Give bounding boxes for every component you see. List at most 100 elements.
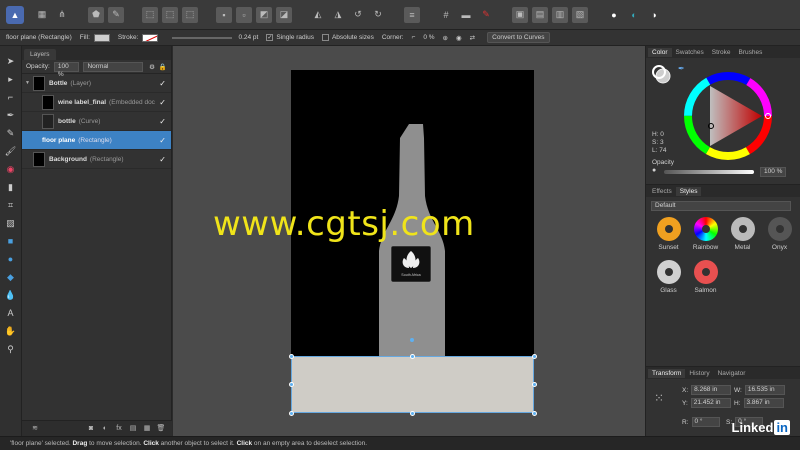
grid-icon[interactable]: # bbox=[438, 7, 454, 23]
tab-navigator[interactable]: Navigator bbox=[714, 369, 750, 378]
style-category-select[interactable]: Default bbox=[651, 201, 791, 211]
stroke-width-slider[interactable] bbox=[172, 36, 233, 39]
visibility-check-icon[interactable]: ✓ bbox=[159, 136, 166, 145]
brush-tool-icon[interactable]: 🖌 bbox=[5, 145, 17, 157]
blend-mode-select[interactable]: Normal bbox=[83, 61, 144, 72]
expand-triangle-icon[interactable]: ▼ bbox=[25, 80, 33, 86]
rectangle-tool-icon[interactable]: ■ bbox=[5, 235, 17, 247]
layer-row[interactable]: bottle (Curve) ✓ bbox=[22, 112, 171, 131]
ellipse-tool-icon[interactable]: ● bbox=[5, 253, 17, 265]
visibility-check-icon[interactable]: ✓ bbox=[159, 98, 166, 107]
style-salmon[interactable]: Salmon bbox=[687, 258, 724, 301]
hand-tool-icon[interactable]: ✋ bbox=[5, 325, 17, 337]
pencil-tool-icon[interactable]: ✎ bbox=[5, 127, 17, 139]
tab-brushes[interactable]: Brushes bbox=[735, 48, 767, 57]
vector-crop-tool-icon[interactable]: ⌗ bbox=[5, 199, 17, 211]
speech-bubble-icon[interactable]: ● bbox=[606, 7, 622, 23]
snap-icon[interactable]: ✎ bbox=[108, 6, 124, 23]
eye-icon[interactable]: ◉ bbox=[456, 34, 462, 42]
resize-handle[interactable] bbox=[531, 353, 537, 359]
transform-icon[interactable]: ⬚ bbox=[142, 6, 158, 23]
resize-handle[interactable] bbox=[410, 410, 415, 416]
color-picker-icon[interactable]: ◐ bbox=[626, 7, 642, 23]
visibility-check-icon[interactable]: ✓ bbox=[159, 117, 166, 126]
resize-handle[interactable] bbox=[410, 353, 415, 359]
corner-tool-icon[interactable]: ⌐ bbox=[5, 91, 17, 103]
x-field[interactable]: 8.268 in bbox=[691, 385, 732, 395]
export-persona-icon[interactable]: ⋔ bbox=[54, 7, 70, 23]
style-rainbow[interactable]: Rainbow bbox=[687, 215, 724, 258]
convert-icon[interactable]: ⇄ bbox=[470, 34, 475, 42]
ungroup-icon[interactable]: ▤ bbox=[532, 6, 548, 23]
fx-icon[interactable]: fx bbox=[114, 424, 124, 434]
affinity-logo-icon[interactable]: ▲ bbox=[6, 5, 24, 24]
layer-row[interactable]: ▼ Bottle (Layer) ✓ bbox=[22, 74, 171, 93]
tab-swatches[interactable]: Swatches bbox=[672, 48, 708, 57]
layer-row[interactable]: wine label_final (Embedded doc ✓ bbox=[22, 93, 171, 112]
assistant-icon[interactable]: ⬟ bbox=[88, 6, 104, 23]
arrange-icon[interactable]: ⬚ bbox=[182, 6, 198, 23]
color-wheel-icon[interactable]: ◑ bbox=[646, 7, 662, 23]
duplicate-layer-icon[interactable]: ▦ bbox=[142, 424, 152, 434]
group-icon[interactable]: ▣ bbox=[512, 6, 528, 23]
view-icon[interactable]: ▬ bbox=[458, 7, 474, 23]
tab-stroke[interactable]: Stroke bbox=[708, 48, 735, 57]
insert-icon[interactable]: ▥ bbox=[552, 6, 568, 23]
stroke-swatch[interactable] bbox=[142, 33, 159, 42]
style-onyx[interactable]: Onyx bbox=[761, 215, 798, 258]
drop-tool-icon[interactable]: 💧 bbox=[5, 289, 17, 301]
lock-icon[interactable]: 🔒 bbox=[159, 63, 167, 71]
opacity-select[interactable]: 100 % bbox=[53, 61, 80, 78]
h-field[interactable]: 3.867 in bbox=[743, 398, 784, 408]
trash-icon[interactable]: 🗑 bbox=[156, 424, 166, 434]
floor-plane-rectangle[interactable] bbox=[291, 356, 534, 413]
rotate-right-icon[interactable]: ↻ bbox=[370, 7, 386, 23]
layers-order-icon[interactable]: ≡ bbox=[404, 6, 420, 23]
gear-icon[interactable]: ⚙ bbox=[149, 63, 155, 71]
canvas[interactable]: South Africa www.cgtsj.com bbox=[173, 46, 645, 436]
tab-styles[interactable]: Styles bbox=[675, 186, 702, 196]
transparency-tool-icon[interactable]: ▮ bbox=[5, 181, 17, 193]
color-wheel[interactable] bbox=[682, 70, 774, 162]
tab-transform[interactable]: Transform bbox=[648, 368, 686, 378]
w-field[interactable]: 16.535 in bbox=[744, 385, 785, 395]
fill-stroke-selector[interactable] bbox=[651, 64, 671, 84]
resize-handle[interactable] bbox=[531, 410, 537, 416]
layer-row[interactable]: Background (Rectangle) ✓ bbox=[22, 150, 171, 169]
flip-vertical-icon[interactable]: ◮ bbox=[330, 7, 346, 23]
boolean-intersect-icon[interactable]: ◩ bbox=[256, 6, 272, 23]
single-radius-toggle[interactable]: ✓ Single radius bbox=[266, 34, 314, 41]
place-image-tool-icon[interactable]: ▨ bbox=[5, 217, 17, 229]
fill-tool-icon[interactable]: ◉ bbox=[5, 163, 17, 175]
resize-handle[interactable] bbox=[531, 382, 537, 387]
fill-swatch[interactable] bbox=[93, 33, 110, 42]
tab-layers[interactable]: Layers bbox=[24, 49, 56, 60]
corner-value[interactable]: 0 % bbox=[423, 34, 434, 41]
adjustment-icon[interactable]: ◐ bbox=[100, 424, 110, 434]
tab-effects[interactable]: Effects bbox=[648, 187, 676, 196]
opacity-value[interactable]: 100 % bbox=[760, 167, 786, 177]
opacity-slider[interactable] bbox=[664, 170, 754, 174]
absolute-sizes-toggle[interactable]: Absolute sizes bbox=[321, 34, 374, 41]
style-sunset[interactable]: Sunset bbox=[650, 215, 687, 258]
pen-tool-icon[interactable]: ✒ bbox=[5, 109, 17, 121]
shape-tool-icon[interactable]: ◆ bbox=[5, 271, 17, 283]
rotate-left-icon[interactable]: ↺ bbox=[350, 7, 366, 23]
r-field[interactable]: 0 ° bbox=[691, 417, 720, 427]
align-icon[interactable]: ⬚ bbox=[162, 6, 178, 23]
resize-handle[interactable] bbox=[288, 410, 294, 416]
boolean-xor-icon[interactable]: ◪ bbox=[276, 6, 292, 23]
corner-type-icon[interactable]: ⌐ bbox=[412, 34, 416, 41]
flip-horizontal-icon[interactable]: ◭ bbox=[310, 7, 326, 23]
pixel-persona-icon[interactable]: ▦ bbox=[34, 7, 50, 23]
zoom-tool-icon[interactable]: ⚲ bbox=[5, 343, 17, 355]
lock-icon[interactable]: ▧ bbox=[572, 6, 588, 23]
move-tool-icon[interactable]: ➤ bbox=[5, 55, 17, 67]
layer-stack-icon[interactable]: ≋ bbox=[30, 424, 40, 434]
style-metal[interactable]: Metal bbox=[724, 215, 761, 258]
pen-color-icon[interactable]: ✎ bbox=[478, 7, 494, 23]
stroke-control[interactable]: Stroke: bbox=[118, 33, 159, 42]
mask-icon[interactable]: ◙ bbox=[86, 424, 96, 434]
layer-row-selected[interactable]: floor plane (Rectangle) ✓ bbox=[22, 131, 171, 450]
add-layer-icon[interactable]: ▤ bbox=[128, 424, 138, 434]
